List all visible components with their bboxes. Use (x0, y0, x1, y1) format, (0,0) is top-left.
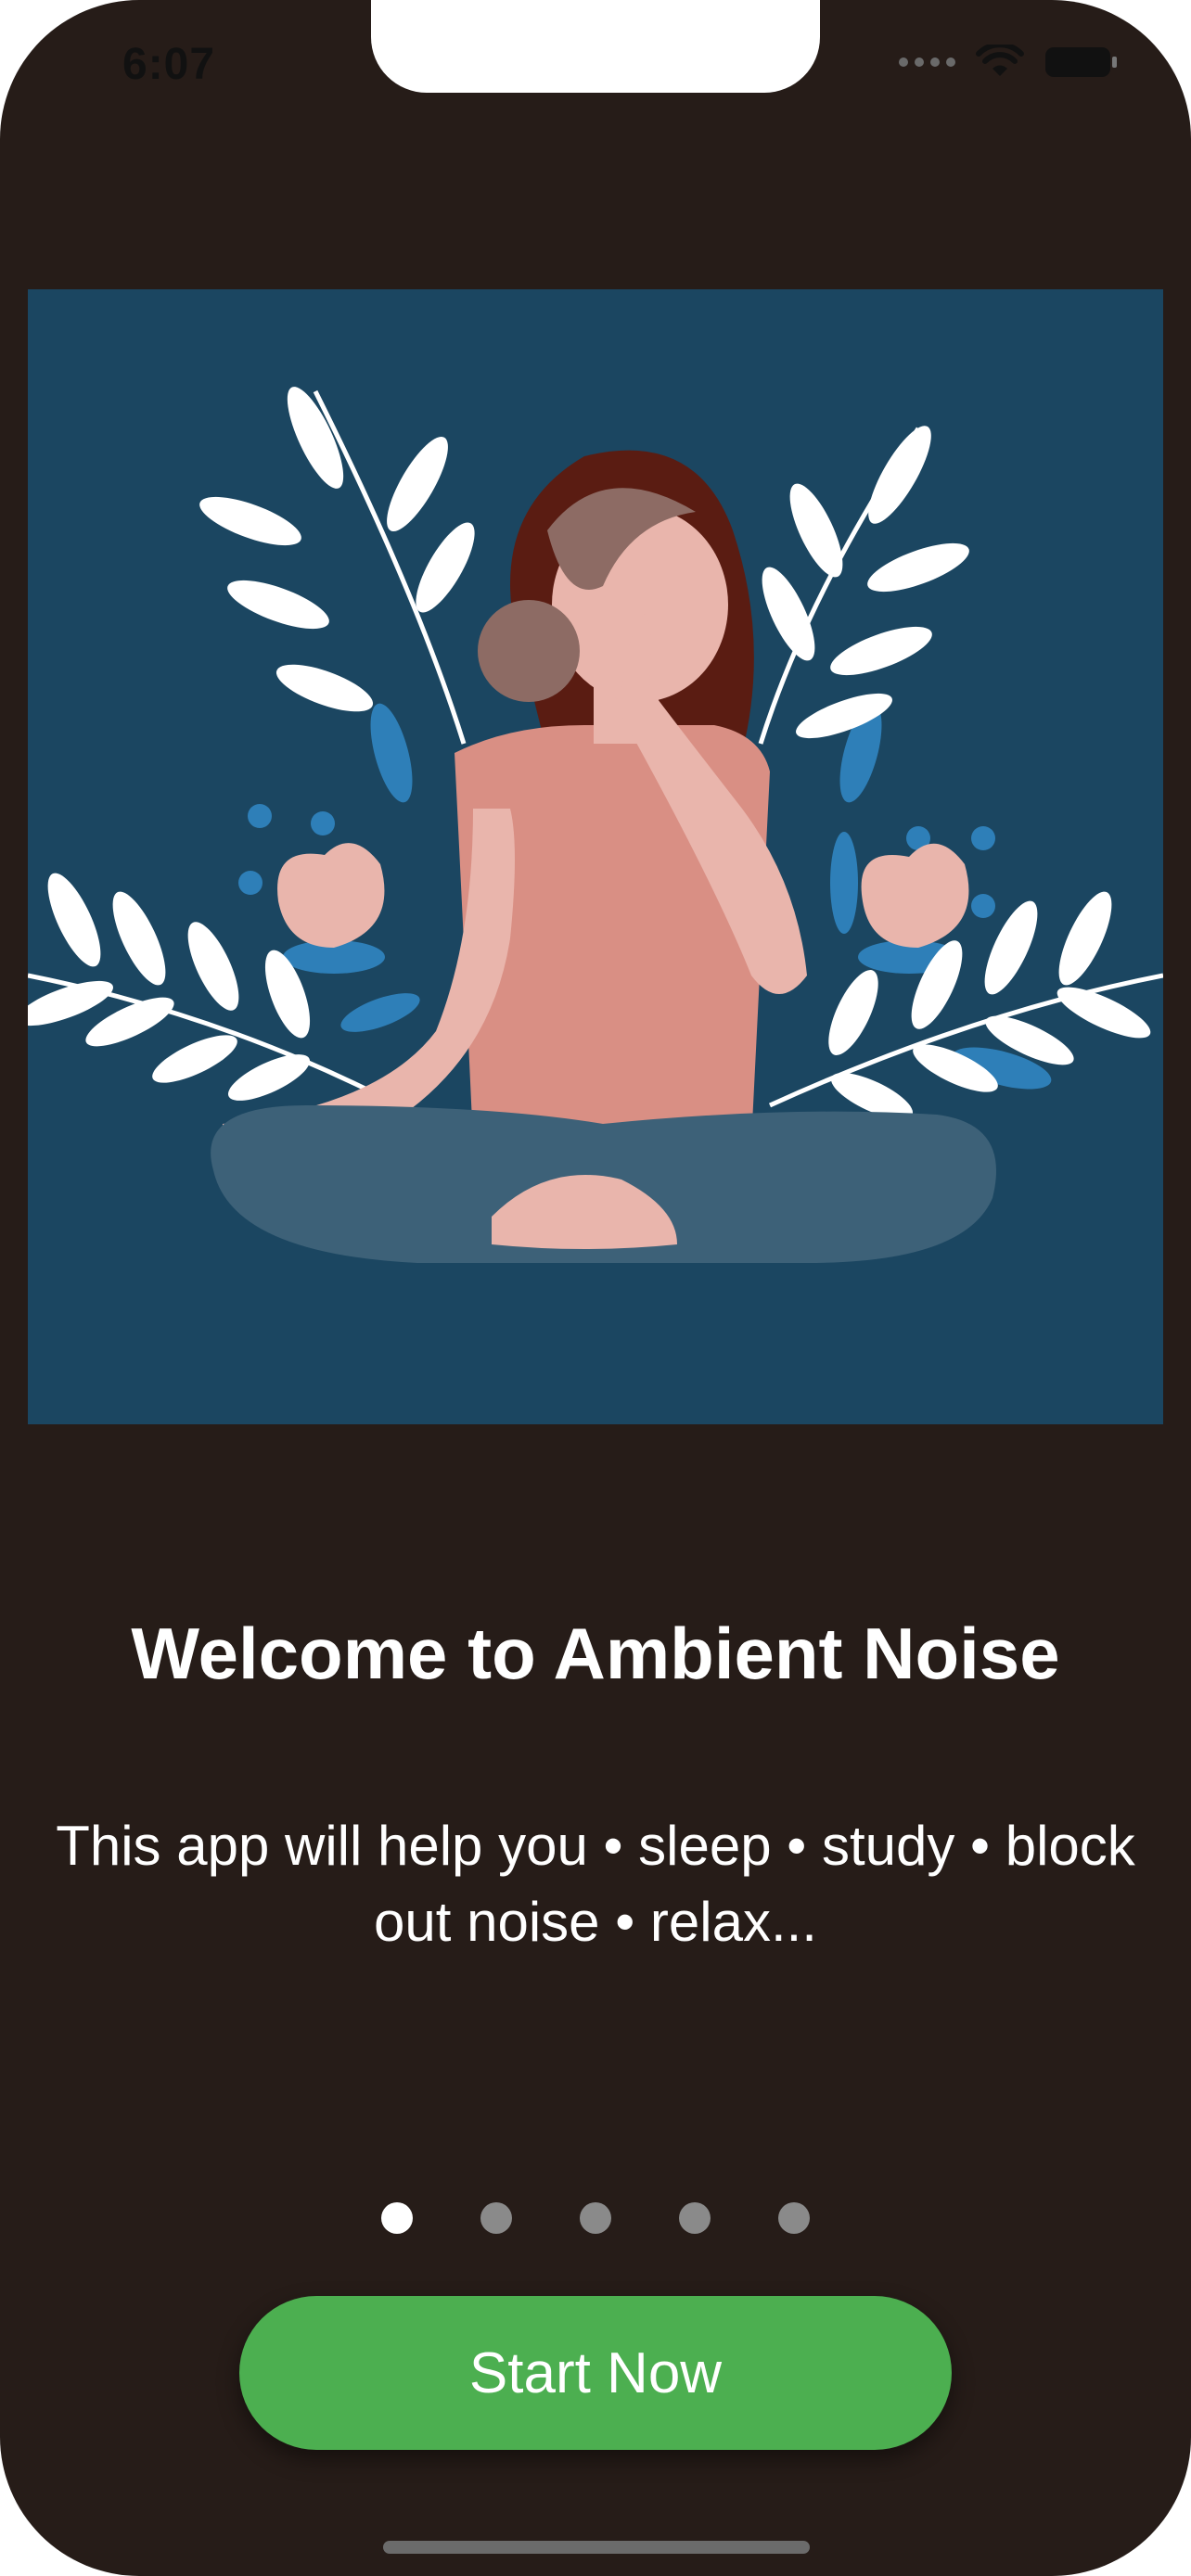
status-time: 6:07 (122, 40, 216, 89)
welcome-subtitle: This app will help you • sleep • study •… (56, 1815, 1135, 1953)
page-dot-5[interactable] (778, 2202, 810, 2234)
home-indicator[interactable] (383, 2541, 810, 2554)
app-screen: 6:07 Welcome to Ambient Noise This app w… (0, 0, 1191, 2576)
welcome-title: Welcome to Ambient Noise (131, 1613, 1060, 1694)
wifi-icon (976, 45, 1024, 76)
page-indicator (0, 2202, 1191, 2234)
start-now-button[interactable]: Start Now (239, 2296, 952, 2450)
device-notch (371, 0, 820, 93)
status-icons (899, 45, 1119, 80)
meditation-illustration-icon (28, 289, 1163, 1424)
page-dot-1[interactable] (381, 2202, 413, 2234)
battery-icon (1045, 47, 1117, 77)
hero-illustration (28, 289, 1163, 1424)
cellular-signal-icon (899, 57, 955, 67)
page-dot-2[interactable] (480, 2202, 512, 2234)
page-dot-3[interactable] (580, 2202, 611, 2234)
page-dot-4[interactable] (679, 2202, 711, 2234)
